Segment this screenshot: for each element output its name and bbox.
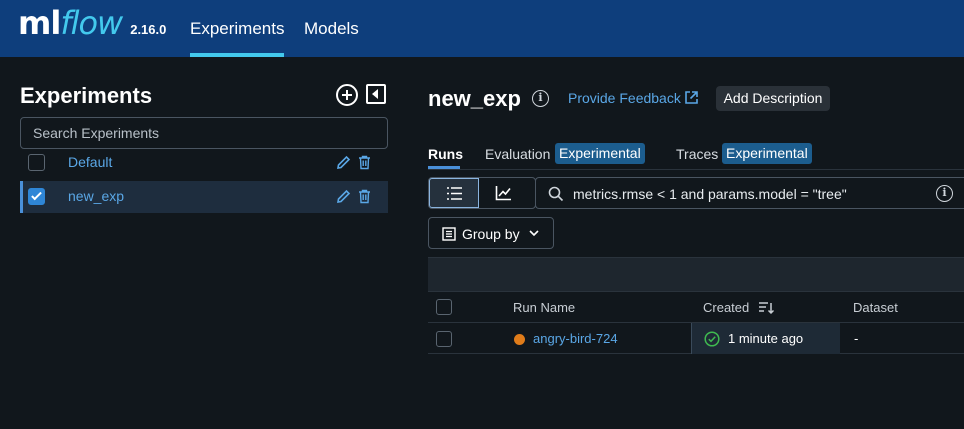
tab-runs[interactable]: Runs <box>428 146 463 162</box>
top-nav-bar: ml flow 2.16.0 Experiments Models <box>0 0 964 57</box>
experiment-item-new-exp[interactable]: new_exp <box>20 181 388 213</box>
group-table-icon <box>442 227 456 241</box>
sort-descending-icon[interactable] <box>758 301 774 315</box>
external-link-icon[interactable] <box>684 90 699 105</box>
filter-info-icon[interactable]: i <box>936 185 953 202</box>
filter-query-text: metrics.rmse < 1 and params.model = "tre… <box>573 186 847 202</box>
delete-trash-icon[interactable] <box>358 155 371 170</box>
search-experiments-input[interactable] <box>20 117 388 149</box>
list-icon <box>447 187 462 200</box>
column-header-dataset[interactable]: Dataset <box>853 300 898 315</box>
mlflow-logo[interactable]: ml flow 2.16.0 <box>18 4 166 48</box>
group-by-label: Group by <box>462 226 520 242</box>
tabs-divider <box>428 169 964 170</box>
chart-view-button[interactable] <box>479 178 535 208</box>
add-description-button[interactable]: Add Description <box>716 86 830 111</box>
experiment-item-default[interactable]: Default <box>20 147 388 179</box>
table-group-header <box>428 257 964 291</box>
experimental-badge: Experimental <box>722 143 812 164</box>
provide-feedback-link[interactable]: Provide Feedback <box>568 90 681 106</box>
created-time: 1 minute ago <box>728 331 804 346</box>
collapse-sidebar-icon[interactable] <box>366 84 386 104</box>
experiment-name[interactable]: Default <box>68 154 112 170</box>
select-all-checkbox[interactable] <box>436 299 452 315</box>
search-icon <box>548 186 564 202</box>
run-color-dot <box>514 334 525 345</box>
table-view-button[interactable] <box>429 178 479 208</box>
nav-tab-models[interactable]: Models <box>304 0 359 57</box>
experiment-name[interactable]: new_exp <box>68 188 124 204</box>
edit-pencil-icon[interactable] <box>336 155 351 170</box>
edit-pencil-icon[interactable] <box>336 189 351 204</box>
runs-filter-input[interactable]: metrics.rmse < 1 and params.model = "tre… <box>535 177 964 209</box>
create-experiment-icon[interactable] <box>336 84 358 106</box>
logo-flow-text: flow <box>60 4 123 42</box>
experimental-badge: Experimental <box>555 143 645 164</box>
table-row[interactable]: angry-bird-724 1 minute ago - <box>428 323 964 354</box>
chart-line-icon <box>495 186 511 201</box>
created-cell: 1 minute ago <box>691 323 840 354</box>
column-header-run-name[interactable]: Run Name <box>513 300 575 315</box>
experiment-title: new_exp <box>428 86 521 111</box>
group-by-dropdown[interactable]: Group by <box>428 217 554 249</box>
tab-evaluation[interactable]: Evaluation <box>485 146 550 162</box>
sidebar-title: Experiments <box>20 83 153 108</box>
dataset-value: - <box>854 331 859 346</box>
experiment-checkbox-checked[interactable] <box>28 188 45 205</box>
delete-trash-icon[interactable] <box>358 189 371 204</box>
logo-ml-text: ml <box>18 4 61 42</box>
checkmark-icon <box>31 189 42 201</box>
row-checkbox[interactable] <box>436 331 452 347</box>
run-name-link[interactable]: angry-bird-724 <box>533 331 618 346</box>
tab-traces[interactable]: Traces <box>676 146 718 162</box>
column-header-created[interactable]: Created <box>703 300 749 315</box>
nav-tab-experiments[interactable]: Experiments <box>190 0 285 57</box>
runs-table-header: Run Name Created Dataset <box>428 291 964 323</box>
experiment-checkbox[interactable] <box>28 154 45 171</box>
success-check-icon <box>704 331 720 347</box>
view-mode-toggle <box>428 177 536 209</box>
chevron-down-icon <box>529 230 539 237</box>
info-icon[interactable]: i <box>532 90 549 107</box>
version-label: 2.16.0 <box>130 22 167 37</box>
